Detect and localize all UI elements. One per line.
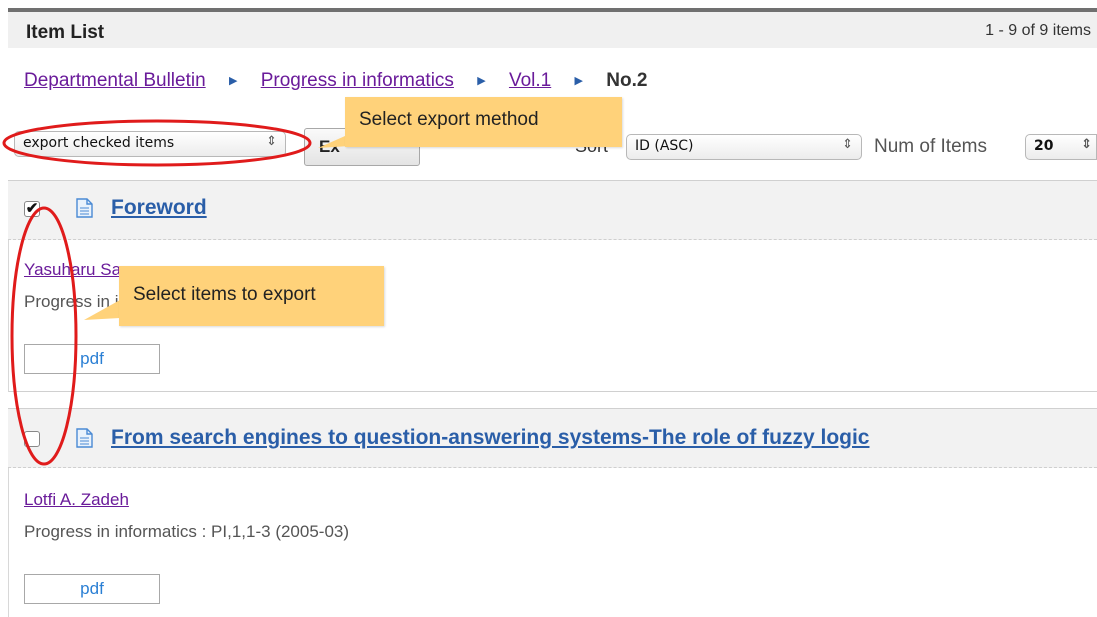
breadcrumb-departmental-bulletin[interactable]: Departmental Bulletin [24, 70, 206, 91]
breadcrumb-current: No.2 [606, 70, 648, 91]
select-arrows-icon: ⇕ [266, 134, 277, 149]
document-icon [76, 198, 93, 218]
pdf-download-button[interactable]: pdf [24, 344, 160, 374]
item-list-header: Item List 1 - 9 of 9 items [8, 8, 1097, 48]
document-icon [76, 428, 93, 448]
num-items-value: 20 [1034, 138, 1054, 154]
num-items-select[interactable]: 20 ⇕ [1025, 134, 1097, 160]
breadcrumb-progress-in-informatics[interactable]: Progress in informatics [261, 70, 454, 91]
item-author-link[interactable]: Lotfi A. Zadeh [24, 490, 129, 510]
select-arrows-icon: ⇕ [842, 137, 853, 152]
breadcrumb-separator-icon: ▶ [477, 75, 486, 87]
callout-export-method: Select export method [345, 97, 622, 147]
export-method-select[interactable]: export checked items ⇕ [14, 131, 286, 157]
item-title-link[interactable]: From search engines to question-answerin… [111, 426, 869, 450]
export-method-value: export checked items [23, 135, 175, 151]
item-checkbox[interactable]: ✔ [24, 201, 40, 217]
breadcrumb-separator-icon: ▶ [574, 75, 583, 87]
sort-select[interactable]: ID (ASC) ⇕ [626, 134, 862, 160]
breadcrumb: Departmental Bulletin ▶ Progress in info… [24, 70, 647, 92]
item-title-link[interactable]: Foreword [111, 196, 207, 220]
item-count: 1 - 9 of 9 items [985, 22, 1091, 39]
item-checkbox[interactable] [24, 431, 40, 447]
sort-value: ID (ASC) [635, 138, 694, 154]
breadcrumb-volume[interactable]: Vol.1 [509, 70, 551, 91]
select-arrows-icon: ⇕ [1081, 137, 1092, 152]
item-citation: Progress in informatics : PI,1,1-3 (2005… [24, 522, 350, 541]
callout-export-items: Select items to export [119, 266, 384, 326]
page-title: Item List [26, 22, 105, 43]
item-row-body [8, 468, 1097, 617]
breadcrumb-separator-icon: ▶ [228, 75, 238, 87]
num-items-label: Num of Items [874, 136, 987, 157]
pdf-download-button[interactable]: pdf [24, 574, 160, 604]
